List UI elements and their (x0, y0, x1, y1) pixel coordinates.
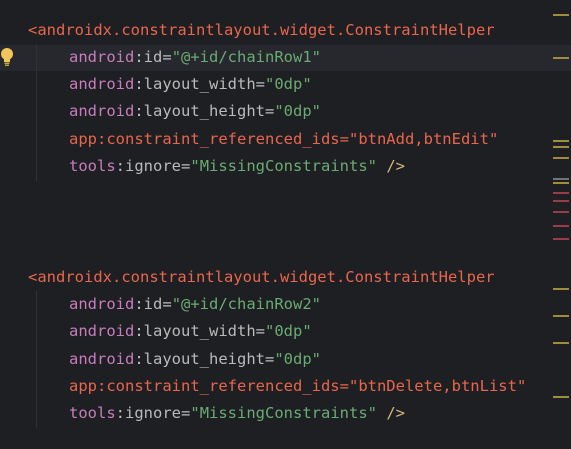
code-line-attribute-error[interactable]: app:constraint_referenced_ids="btnDelete… (28, 373, 526, 400)
warning-marker[interactable] (553, 57, 569, 59)
attr-value: "btnDelete,btnList" (348, 377, 527, 395)
attr-name: layout_width (143, 75, 256, 93)
attr-value: "0dp" (274, 350, 322, 368)
code-line-tag-open[interactable]: <androidx.constraintlayout.widget.Constr… (28, 17, 495, 44)
attr-colon: : (115, 157, 126, 175)
attr-colon: : (134, 102, 144, 120)
attr-equals: = (181, 404, 191, 422)
tag-open-bracket: < (28, 268, 38, 286)
tag-self-close: /> (377, 404, 405, 422)
attr-namespace: android (69, 295, 135, 313)
attr-namespace: android (69, 102, 135, 120)
warning-marker[interactable] (553, 14, 569, 16)
attr-name: constraint_referenced_ids (106, 377, 340, 395)
attr-namespace: tools (69, 157, 116, 175)
error-marker[interactable] (553, 211, 569, 213)
error-marker[interactable] (553, 192, 569, 194)
attr-namespace: android (69, 75, 135, 93)
attr-colon: : (97, 130, 107, 148)
attr-value: "btnAdd,btnEdit" (348, 130, 499, 148)
attr-equals: = (181, 157, 191, 175)
attr-colon: : (134, 295, 144, 313)
code-line-attribute[interactable]: tools:ignore="MissingConstraints" /> (28, 153, 405, 180)
lightbulb-icon[interactable] (0, 47, 14, 67)
attr-equals: = (265, 350, 275, 368)
code-line-attribute[interactable]: android:layout_height="0dp" (28, 98, 321, 125)
error-marker[interactable] (553, 200, 569, 202)
attr-value: "0dp" (274, 102, 322, 120)
attr-colon: : (115, 404, 126, 422)
attr-namespace: tools (69, 404, 116, 422)
attr-namespace: app (69, 377, 97, 395)
code-line-attribute-error[interactable]: app:constraint_referenced_ids="btnAdd,bt… (28, 126, 498, 153)
tag-open-bracket: < (28, 21, 38, 39)
editor-gutter[interactable] (0, 0, 22, 449)
code-line-tag-open[interactable]: <androidx.constraintlayout.widget.Constr… (28, 264, 495, 291)
attr-name: ignore (125, 404, 182, 422)
attr-value: "MissingConstraints" (190, 404, 377, 422)
attr-equals: = (339, 377, 349, 395)
attr-colon: : (134, 75, 144, 93)
attr-namespace: android (69, 48, 135, 66)
attr-value: "0dp" (265, 322, 312, 340)
tag-name: androidx.constraintlayout.widget.Constra… (37, 268, 495, 286)
attr-value: "@+id/chainRow1" (171, 48, 321, 66)
warning-marker[interactable] (553, 315, 569, 317)
warning-marker[interactable] (553, 146, 569, 148)
attr-colon: : (134, 48, 144, 66)
attr-colon: : (97, 377, 107, 395)
warning-marker[interactable] (553, 288, 569, 290)
tag-self-close: /> (377, 157, 405, 175)
warning-marker[interactable] (553, 396, 569, 398)
warning-marker[interactable] (553, 182, 569, 184)
attr-value: "MissingConstraints" (190, 157, 377, 175)
attr-name: layout_width (143, 322, 256, 340)
attr-name: id (143, 295, 163, 313)
attr-equals: = (255, 75, 265, 93)
code-line-attribute[interactable]: android:id="@+id/chainRow2" (28, 291, 321, 318)
attr-equals: = (265, 102, 275, 120)
attr-name: layout_height (143, 102, 265, 120)
attr-namespace: android (69, 322, 135, 340)
attr-value: "0dp" (265, 75, 312, 93)
code-editor[interactable]: <androidx.constraintlayout.widget.Constr… (0, 0, 571, 449)
code-line-attribute[interactable]: tools:ignore="MissingConstraints" /> (28, 400, 405, 427)
attr-equals: = (162, 48, 172, 66)
warning-marker[interactable] (553, 140, 569, 142)
attr-namespace: app (69, 130, 97, 148)
tag-name: androidx.constraintlayout.widget.Constra… (37, 21, 495, 39)
warning-marker[interactable] (553, 342, 569, 344)
attr-name: constraint_referenced_ids (106, 130, 340, 148)
warning-marker[interactable] (553, 157, 569, 159)
attr-colon: : (134, 322, 144, 340)
attr-name: layout_height (143, 350, 265, 368)
code-line-attribute[interactable]: android:layout_width="0dp" (28, 318, 312, 345)
code-line-attribute[interactable]: android:id="@+id/chainRow1" (28, 44, 321, 71)
attr-value: "@+id/chainRow2" (171, 295, 321, 313)
attr-name: ignore (125, 157, 182, 175)
scroll-thumb-marker[interactable] (553, 178, 569, 180)
error-marker[interactable] (553, 238, 569, 240)
attr-equals: = (255, 322, 265, 340)
code-line-attribute[interactable]: android:layout_height="0dp" (28, 346, 321, 373)
attr-name: id (143, 48, 163, 66)
code-line-attribute[interactable]: android:layout_width="0dp" (28, 71, 312, 98)
error-marker[interactable] (553, 225, 569, 227)
attr-equals: = (339, 130, 349, 148)
attr-equals: = (162, 295, 172, 313)
attr-colon: : (134, 350, 144, 368)
attr-namespace: android (69, 350, 135, 368)
